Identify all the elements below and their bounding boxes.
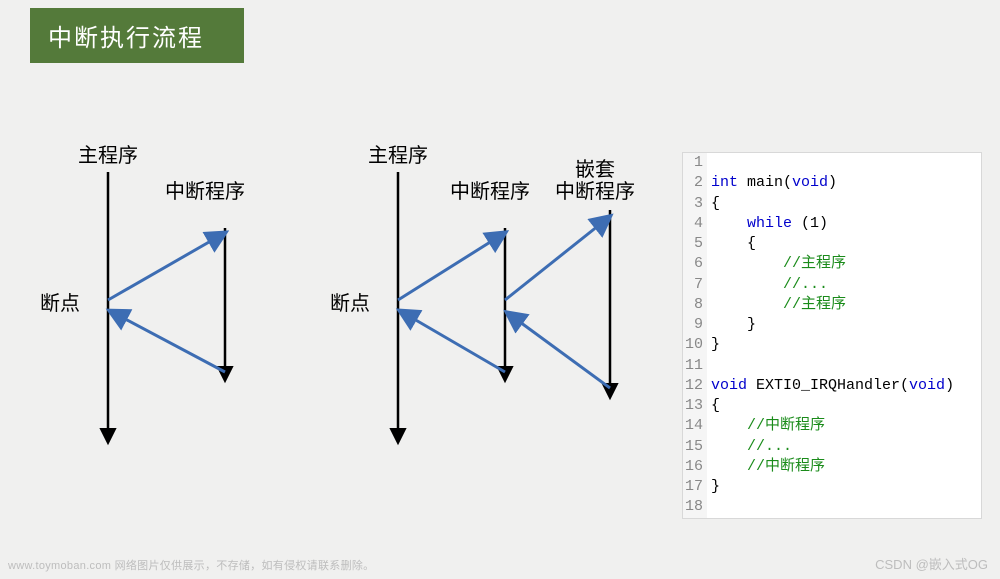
line-number: 4 [683, 214, 707, 234]
line-number: 1 [683, 153, 707, 173]
code-line: 16 //中断程序 [683, 457, 981, 477]
jump-to-nested [505, 218, 608, 300]
code-line: 2int main(void) [683, 173, 981, 193]
label-nested-line1: 嵌套 [575, 158, 615, 181]
code-line: 4 while (1) [683, 214, 981, 234]
interrupt-flow-diagram: 主程序 中断程序 断点 主程序 中断程序 嵌套 中断程序 断点 [30, 140, 650, 460]
line-number: 2 [683, 173, 707, 193]
code-line: 6 //主程序 [683, 254, 981, 274]
code-line: 14 //中断程序 [683, 416, 981, 436]
label-isr-1: 中断程序 [165, 180, 245, 203]
label-nested-line2: 中断程序 [555, 180, 635, 203]
code-line: 3{ [683, 194, 981, 214]
return-from-nested [509, 314, 610, 388]
code-line: 8 //主程序 [683, 295, 981, 315]
code-snippet: 1 2int main(void) 3{ 4 while (1) 5 { 6 /… [682, 152, 982, 519]
code-line: 11 [683, 356, 981, 376]
line-number: 15 [683, 437, 707, 457]
line-number: 16 [683, 457, 707, 477]
line-number: 7 [683, 275, 707, 295]
label-main-1: 主程序 [78, 144, 138, 167]
watermark-left: www.toymoban.com 网络图片仅供展示，不存储，如有侵权请联系删除。 [8, 557, 374, 573]
code-line: 15 //... [683, 437, 981, 457]
code-line: 13{ [683, 396, 981, 416]
line-number: 13 [683, 396, 707, 416]
line-number: 14 [683, 416, 707, 436]
line-number: 9 [683, 315, 707, 335]
jump-to-isr-2 [398, 234, 503, 300]
code-line: 9 } [683, 315, 981, 335]
label-main-2: 主程序 [368, 144, 428, 167]
line-number: 8 [683, 295, 707, 315]
line-number: 5 [683, 234, 707, 254]
code-line: 18 [683, 497, 981, 517]
line-number: 18 [683, 497, 707, 517]
label-bp-1: 断点 [40, 292, 80, 315]
line-number: 3 [683, 194, 707, 214]
code-line: 7 //... [683, 275, 981, 295]
label-isr-2: 中断程序 [450, 180, 530, 203]
watermark-right: CSDN @嵌入式OG [875, 554, 988, 573]
jump-to-isr-1 [108, 234, 223, 300]
code-line: 10} [683, 335, 981, 355]
code-line: 12void EXTI0_IRQHandler(void) [683, 376, 981, 396]
line-number: 10 [683, 335, 707, 355]
return-from-isr-2 [402, 312, 505, 372]
line-number: 6 [683, 254, 707, 274]
code-line: 5 { [683, 234, 981, 254]
line-number: 11 [683, 356, 707, 376]
code-line: 1 [683, 153, 981, 173]
label-bp-2: 断点 [330, 292, 370, 315]
code-line: 17} [683, 477, 981, 497]
return-from-isr-1 [112, 312, 225, 372]
line-number: 12 [683, 376, 707, 396]
page-title: 中断执行流程 [30, 8, 244, 63]
line-number: 17 [683, 477, 707, 497]
